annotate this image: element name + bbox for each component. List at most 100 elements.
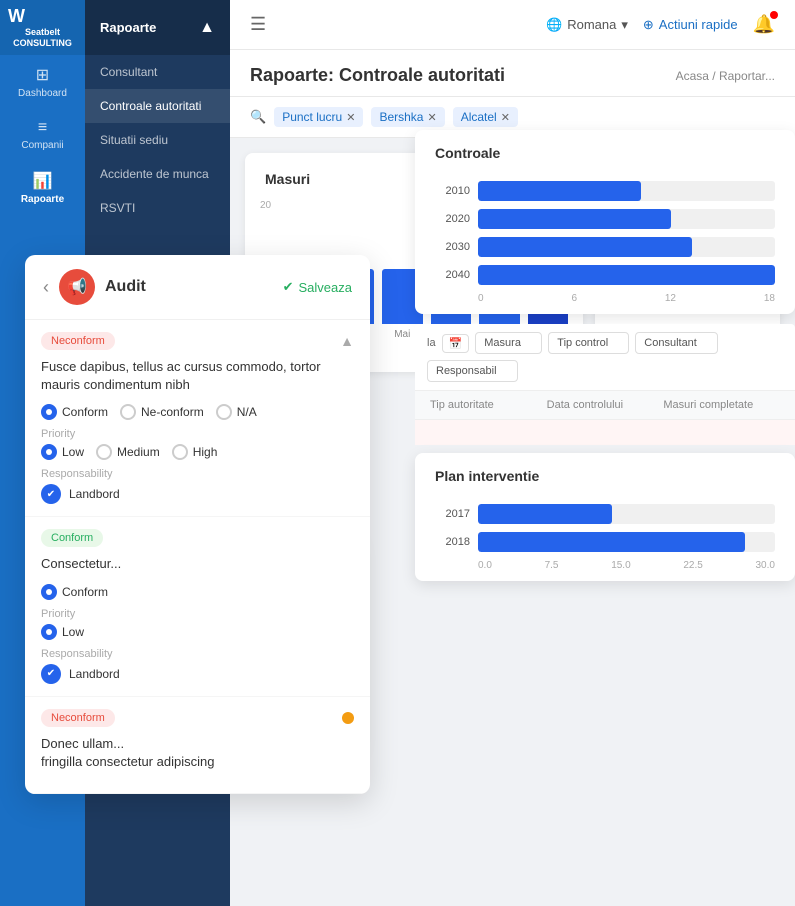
radio-low-2 — [41, 624, 57, 640]
priority-options-2: Low — [41, 624, 354, 640]
plan-header: Plan interventie — [415, 453, 795, 494]
controale-header: Controale — [415, 130, 795, 171]
responsability-label-2: Responsability — [41, 648, 354, 660]
resp-text-1: Landbord — [69, 487, 120, 501]
priority-low-2[interactable]: Low — [41, 624, 84, 640]
notifications-bell[interactable]: 🔔 — [753, 14, 775, 35]
hbar-fill-2010 — [478, 181, 641, 201]
date-filter-icon[interactable]: 📅 — [442, 334, 470, 353]
sidebar-item-rapoarte[interactable]: 📊 Rapoarte — [0, 161, 85, 215]
radio-na-1 — [216, 404, 232, 420]
audit-items-list: Neconform ▲ Fusce dapibus, tellus ac cur… — [25, 320, 370, 794]
hbar-fill-2040 — [478, 265, 775, 285]
notification-badge — [770, 11, 778, 19]
page-title: Rapoarte: Controale autoritati — [250, 65, 505, 86]
search-icon: 🔍 — [250, 109, 266, 125]
responsability-row-1: ✔ Landbord — [41, 484, 354, 504]
audit-badge-3: Neconform — [41, 709, 115, 727]
controale-hbar-chart: 2010 2020 2030 — [415, 171, 795, 314]
responsability-row-2: ✔ Landbord — [41, 664, 354, 684]
option-neconform-1[interactable]: Ne-conform — [120, 404, 204, 420]
menu-icon[interactable]: ☰ — [250, 14, 266, 35]
remove-filter-bershka[interactable]: ✕ — [427, 111, 436, 124]
radio-neconform-1 — [120, 404, 136, 420]
topbar-right: 🌐 Romana ▾ ⊕ Actiuni rapide 🔔 — [546, 14, 775, 35]
dashboard-icon: ⊞ — [36, 65, 49, 85]
topbar-left: ☰ — [250, 14, 266, 35]
audit-options-2: Conform — [41, 584, 354, 600]
plan-hbar-fill-2017 — [478, 504, 612, 524]
right-panels-area: Controale 2010 2020 2030 — [415, 130, 795, 581]
megaphone-icon: 📢 — [67, 277, 87, 297]
priority-options-1: Low Medium High — [41, 444, 354, 460]
breadcrumb: Acasa / Raportar... — [676, 69, 775, 83]
table-header: Tip autoritate Data controlului Masuri c… — [415, 391, 795, 420]
plus-circle-icon: ⊕ — [643, 17, 654, 33]
sidebar-item-dashboard[interactable]: ⊞ Dashboard — [0, 55, 85, 109]
table-row-empty — [415, 420, 795, 445]
hbar-fill-2030 — [478, 237, 692, 257]
filter-tag-alcatel: Alcatel ✕ — [453, 107, 518, 127]
priority-high-1[interactable]: High — [172, 444, 218, 460]
hbar-track-2020 — [478, 209, 775, 229]
option-na-1[interactable]: N/A — [216, 404, 257, 420]
hbar-track-2010 — [478, 181, 775, 201]
audit-item-2-header: Conform — [41, 529, 354, 547]
plan-panel: Plan interventie 2017 2018 0.0 — [415, 453, 795, 581]
audit-badge-1: Neconform — [41, 332, 115, 350]
filter-tag-punct-lucru: Punct lucru ✕ — [274, 107, 363, 127]
option-conform-1[interactable]: Conform — [41, 404, 108, 420]
collapse-icon-1[interactable]: ▲ — [340, 333, 354, 349]
controale-panel: Controale 2010 2020 2030 — [415, 130, 795, 314]
hbar-track-2040 — [478, 265, 775, 285]
sidebar-nav-rsvti[interactable]: RSVTI — [85, 191, 230, 225]
hbar-fill-2020 — [478, 209, 671, 229]
resp-text-2: Landbord — [69, 667, 120, 681]
audit-item-1-text: Fusce dapibus, tellus ac cursus commodo,… — [41, 358, 354, 394]
hbar-2030: 2030 — [435, 237, 775, 257]
option-conform-2[interactable]: Conform — [41, 584, 108, 600]
remove-filter-punct-lucru[interactable]: ✕ — [346, 111, 355, 124]
audit-header-left: ‹ 📢 Audit — [43, 269, 146, 305]
audit-options-1: Conform Ne-conform N/A — [41, 404, 354, 420]
audit-back-button[interactable]: ‹ — [43, 277, 49, 298]
plan-hbar-track-2017 — [478, 504, 775, 524]
hbar-2040: 2040 — [435, 265, 775, 285]
sidebar-nav-accidente[interactable]: Accidente de munca — [85, 157, 230, 191]
audit-title: Audit — [105, 278, 146, 296]
tip-control-select[interactable]: Tip control — [548, 332, 629, 354]
radio-medium-1 — [96, 444, 112, 460]
sidebar-item-companii[interactable]: ≡ Companii — [0, 109, 85, 161]
actions-button[interactable]: ⊕ Actiuni rapide — [643, 17, 738, 33]
table-container: Tip autoritate Data controlului Masuri c… — [415, 391, 795, 445]
masura-select[interactable]: Masura — [475, 332, 542, 354]
consultant-select[interactable]: Consultant — [635, 332, 718, 354]
sidebar-nav-situatii[interactable]: Situatii sediu — [85, 123, 230, 157]
sidebar-logo: W Seatbelt CONSULTING — [0, 0, 85, 55]
responsabil-select[interactable]: Responsabil — [427, 360, 518, 382]
language-selector[interactable]: 🌐 Romana ▾ — [546, 17, 628, 33]
audit-save-button[interactable]: ✔ Salveaza — [283, 279, 352, 295]
audit-item-1: Neconform ▲ Fusce dapibus, tellus ac cur… — [25, 320, 370, 517]
plan-hbar-2018: 2018 — [435, 532, 775, 552]
radio-high-1 — [172, 444, 188, 460]
filter-tag-bershka: Bershka ✕ — [371, 107, 444, 127]
chevron-down-icon: ▾ — [621, 17, 628, 33]
table-filter-row: la 📅 Masura Tip control Consultant Respo… — [415, 324, 795, 391]
sidebar-nav-consultant[interactable]: Consultant — [85, 55, 230, 89]
chevron-up-icon: ▲ — [199, 19, 215, 37]
resp-badge-1: ✔ — [41, 484, 61, 504]
audit-overlay: ‹ 📢 Audit ✔ Salveaza Neconform ▲ Fusce d… — [25, 255, 370, 794]
priority-medium-1[interactable]: Medium — [96, 444, 160, 460]
audit-item-1-header: Neconform ▲ — [41, 332, 354, 350]
resp-badge-2: ✔ — [41, 664, 61, 684]
radio-conform-1 — [41, 404, 57, 420]
radio-low-1 — [41, 444, 57, 460]
hbar-track-2030 — [478, 237, 775, 257]
sidebar-nav-controale[interactable]: Controale autoritati — [85, 89, 230, 123]
warning-dot — [342, 712, 354, 724]
remove-filter-alcatel[interactable]: ✕ — [501, 111, 510, 124]
priority-low-1[interactable]: Low — [41, 444, 84, 460]
topbar: ☰ 🌐 Romana ▾ ⊕ Actiuni rapide 🔔 — [230, 0, 795, 50]
audit-item-3-header: Neconform — [41, 709, 354, 727]
